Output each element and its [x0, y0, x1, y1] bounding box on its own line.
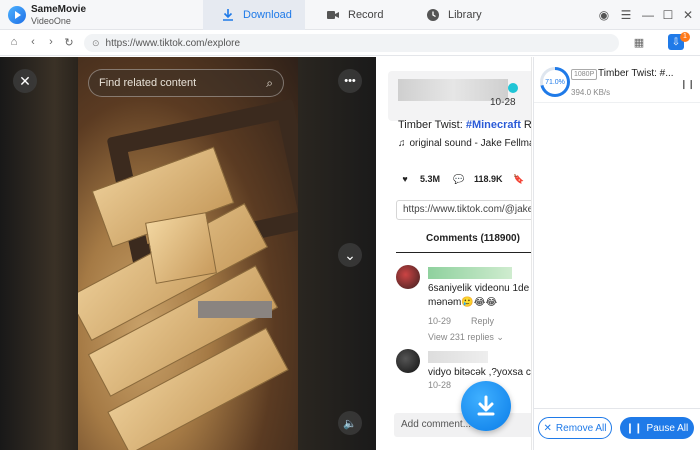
app-name: SameMovie	[31, 4, 87, 15]
censor-bar	[198, 301, 272, 318]
reload-icon[interactable]: ↻	[62, 35, 76, 49]
avatar[interactable]	[396, 265, 420, 289]
volume-button[interactable]: 🔈	[338, 411, 362, 435]
comments-count: 118.9K	[474, 174, 503, 184]
app-logo	[8, 6, 26, 24]
comment-date: 10-28	[428, 380, 452, 390]
minimize-button[interactable]: —	[640, 7, 656, 23]
video-camera-icon	[327, 11, 339, 19]
pause-item-button[interactable]: ❙❙	[680, 79, 695, 90]
address-bar: ⌂ ‹ › ↻ ⊙ https://www.tiktok.com/explore…	[0, 30, 700, 56]
comment-text-line1: 6saniyelik videonu 1de	[428, 283, 530, 294]
comment-author-blurred	[428, 267, 512, 279]
theme-toggle-icon[interactable]: ◉	[596, 7, 612, 23]
home-icon[interactable]: ⌂	[7, 35, 21, 49]
comment-icon: 💬	[453, 173, 465, 184]
lock-icon: ⊙	[92, 37, 100, 48]
remove-all-button[interactable]: ✕ Remove All	[538, 417, 612, 439]
close-icon: ✕	[543, 422, 552, 434]
avatar[interactable]	[396, 349, 420, 373]
download-video-button[interactable]	[461, 381, 511, 431]
forward-icon[interactable]: ›	[44, 35, 58, 49]
sound-info[interactable]: ♫ original sound - Jake Fellman	[398, 138, 532, 149]
comments-stat[interactable]: 💬 118.9K	[452, 172, 503, 186]
pause-all-button[interactable]: ❙❙ Pause All	[620, 417, 694, 439]
search-icon: ⌕	[266, 75, 273, 90]
comment-text-line1: vidyo bitəcək ,?yoxsa c	[428, 367, 531, 378]
tab-download[interactable]: Download	[203, 0, 305, 30]
tab-library-label: Library	[448, 9, 482, 21]
likes-count: 5.3M	[420, 174, 441, 184]
bookmark-stat[interactable]: 🔖	[512, 172, 526, 186]
download-footer: ✕ Remove All ❙❙ Pause All	[534, 408, 700, 450]
sound-label: original sound - Jake Fellman	[409, 138, 532, 149]
heart-icon: ♥	[402, 174, 408, 184]
back-icon[interactable]: ‹	[26, 35, 40, 49]
download-title: Timber Twist: #...	[598, 68, 674, 79]
view-replies-link[interactable]: View 231 replies ⌄	[428, 332, 504, 343]
music-note-icon: ♫	[398, 138, 406, 149]
chevron-down-icon: ⌄	[496, 332, 504, 342]
resolution-badge: 1080P	[571, 69, 598, 80]
download-item[interactable]: 71.0% 1080P Timber Twist: #... 394.0 KB/…	[534, 63, 700, 103]
video-player[interactable]: ✕ Find related content ⌕ ••• ⌄ 🔈	[0, 57, 376, 450]
progress-ring: 71.0%	[540, 67, 570, 97]
related-search-placeholder: Find related content	[99, 77, 197, 89]
pause-icon: ❙❙	[625, 422, 643, 434]
video-detail-panel: 10-28 Timber Twist: #Minecraft RTX ♫ ori…	[376, 57, 532, 450]
progress-label: 71.0%	[543, 70, 567, 94]
app-subtitle: VideoOne	[31, 16, 71, 26]
post-date: 10-28	[490, 97, 516, 108]
menu-icon[interactable]: ☰	[618, 7, 634, 23]
download-arrow-icon	[477, 395, 495, 416]
download-queue-panel: 71.0% 1080P Timber Twist: #... 394.0 KB/…	[533, 57, 700, 450]
verified-icon	[508, 83, 518, 93]
reply-link[interactable]: Reply	[471, 316, 494, 326]
tab-record-label: Record	[348, 9, 384, 21]
likes-stat[interactable]: ♥ 5.3M	[398, 172, 440, 186]
download-queue-badge: 1	[680, 32, 690, 42]
tab-library[interactable]: Library	[408, 0, 508, 30]
download-speed: 394.0 KB/s	[571, 88, 611, 97]
more-options-button[interactable]: •••	[338, 69, 362, 93]
bookmark-icon: 🔖	[513, 173, 525, 184]
video-link-field[interactable]: https://www.tiktok.com/@jakefe	[396, 200, 531, 220]
hashtag-link[interactable]: #Minecraft	[466, 119, 521, 131]
grid-view-icon[interactable]: ▦	[632, 35, 646, 49]
video-blur-right	[298, 57, 376, 450]
comment-text-line2: mənəm🥲😂😂	[428, 297, 498, 308]
comment-date: 10-29	[428, 316, 452, 326]
comment-author-blurred	[428, 351, 488, 363]
tab-comments[interactable]: Comments (118900)	[396, 233, 531, 253]
next-video-button[interactable]: ⌄	[338, 243, 362, 267]
wood-cube	[145, 212, 217, 284]
close-video-button[interactable]: ✕	[13, 69, 37, 93]
maximize-button[interactable]: ☐	[660, 7, 676, 23]
author-card[interactable]: 10-28	[388, 71, 531, 121]
comment-meta: 10-29 Reply	[428, 316, 494, 326]
download-icon	[223, 9, 233, 21]
related-search-input[interactable]: Find related content ⌕	[88, 69, 284, 97]
title-bar: SameMovie VideoOne Download Record Libra…	[0, 0, 700, 30]
tab-record[interactable]: Record	[308, 0, 408, 30]
video-description: Timber Twist: #Minecraft RTX	[398, 119, 532, 131]
comment-meta: 10-28	[428, 380, 451, 390]
video-frame	[78, 57, 298, 450]
url-input[interactable]: ⊙ https://www.tiktok.com/explore	[84, 34, 619, 52]
url-text: https://www.tiktok.com/explore	[105, 37, 241, 49]
clock-icon	[427, 9, 439, 21]
close-button[interactable]: ✕	[680, 7, 696, 23]
video-blur-left	[0, 57, 78, 450]
tab-download-label: Download	[243, 9, 292, 21]
